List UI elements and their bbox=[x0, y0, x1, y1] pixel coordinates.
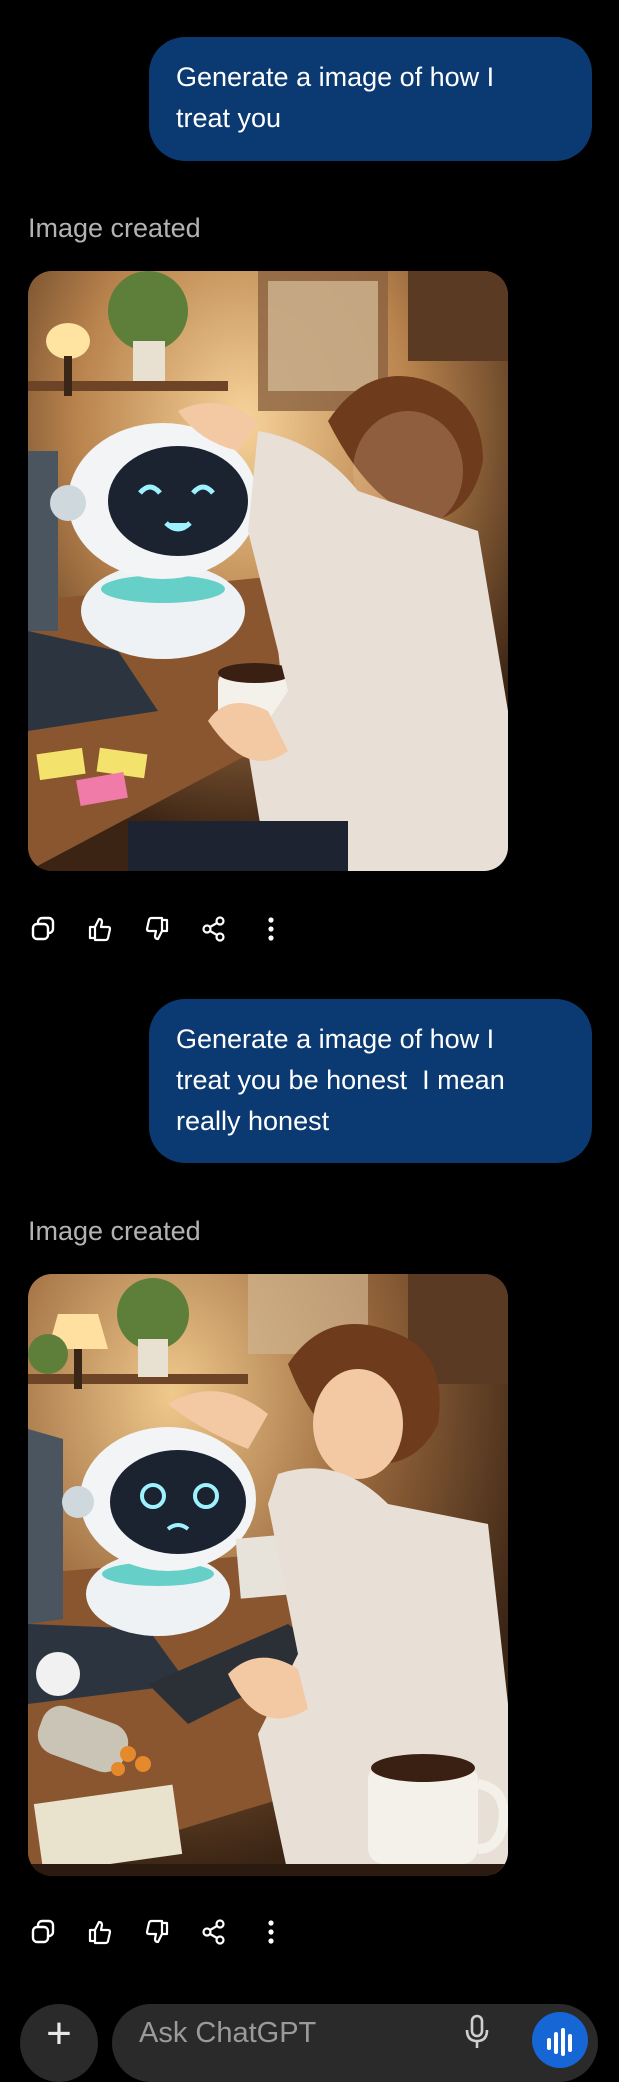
message-actions bbox=[28, 1914, 313, 1950]
message-actions bbox=[28, 911, 313, 947]
more-options-button[interactable] bbox=[256, 914, 286, 944]
thumbs-down-icon bbox=[145, 916, 169, 941]
microphone-icon bbox=[465, 2014, 489, 2048]
generated-image[interactable] bbox=[28, 1274, 508, 1876]
message-input-container[interactable] bbox=[112, 2004, 598, 2082]
generated-image-illustration bbox=[28, 271, 508, 871]
message-text-line: Generate a image of how I bbox=[176, 1024, 495, 1054]
more-icon bbox=[268, 917, 274, 941]
message-input[interactable] bbox=[137, 2016, 441, 2051]
bad-response-button[interactable] bbox=[142, 1917, 172, 1947]
message-text-line: treat you be honest I mean bbox=[176, 1065, 505, 1095]
composer-bar: + bbox=[0, 1998, 619, 2082]
user-message-bubble: Generate a image of how I treat you be h… bbox=[149, 999, 592, 1163]
good-response-button[interactable] bbox=[85, 914, 115, 944]
user-message-bubble: Generate a image of how I treat you bbox=[149, 37, 592, 161]
copy-button[interactable] bbox=[28, 914, 58, 944]
share-icon bbox=[202, 916, 225, 942]
good-response-button[interactable] bbox=[85, 1917, 115, 1947]
copy-button[interactable] bbox=[28, 1917, 58, 1947]
copy-icon bbox=[31, 1919, 55, 1944]
thumbs-up-icon bbox=[88, 917, 112, 942]
copy-icon bbox=[31, 916, 55, 941]
bad-response-button[interactable] bbox=[142, 914, 172, 944]
thumbs-down-icon bbox=[145, 1919, 169, 1944]
attach-button[interactable]: + bbox=[20, 2004, 98, 2082]
share-button[interactable] bbox=[199, 914, 229, 944]
image-created-label: Image created bbox=[28, 213, 201, 243]
image-created-label: Image created bbox=[28, 1216, 201, 1246]
message-text-line: Generate a image of how I bbox=[176, 62, 495, 92]
generated-image-illustration bbox=[28, 1274, 508, 1876]
more-options-button[interactable] bbox=[256, 1917, 286, 1947]
share-icon bbox=[202, 1919, 225, 1945]
generated-image[interactable] bbox=[28, 271, 508, 871]
message-text-line: really honest bbox=[176, 1106, 330, 1136]
voice-waveform-icon bbox=[547, 2028, 572, 2056]
message-text-line: treat you bbox=[176, 103, 282, 133]
plus-icon: + bbox=[46, 2009, 72, 2058]
dictate-button[interactable] bbox=[462, 2014, 492, 2050]
voice-mode-button[interactable] bbox=[532, 2012, 588, 2068]
thumbs-up-icon bbox=[88, 1920, 112, 1945]
share-button[interactable] bbox=[199, 1917, 229, 1947]
more-icon bbox=[268, 1920, 274, 1944]
